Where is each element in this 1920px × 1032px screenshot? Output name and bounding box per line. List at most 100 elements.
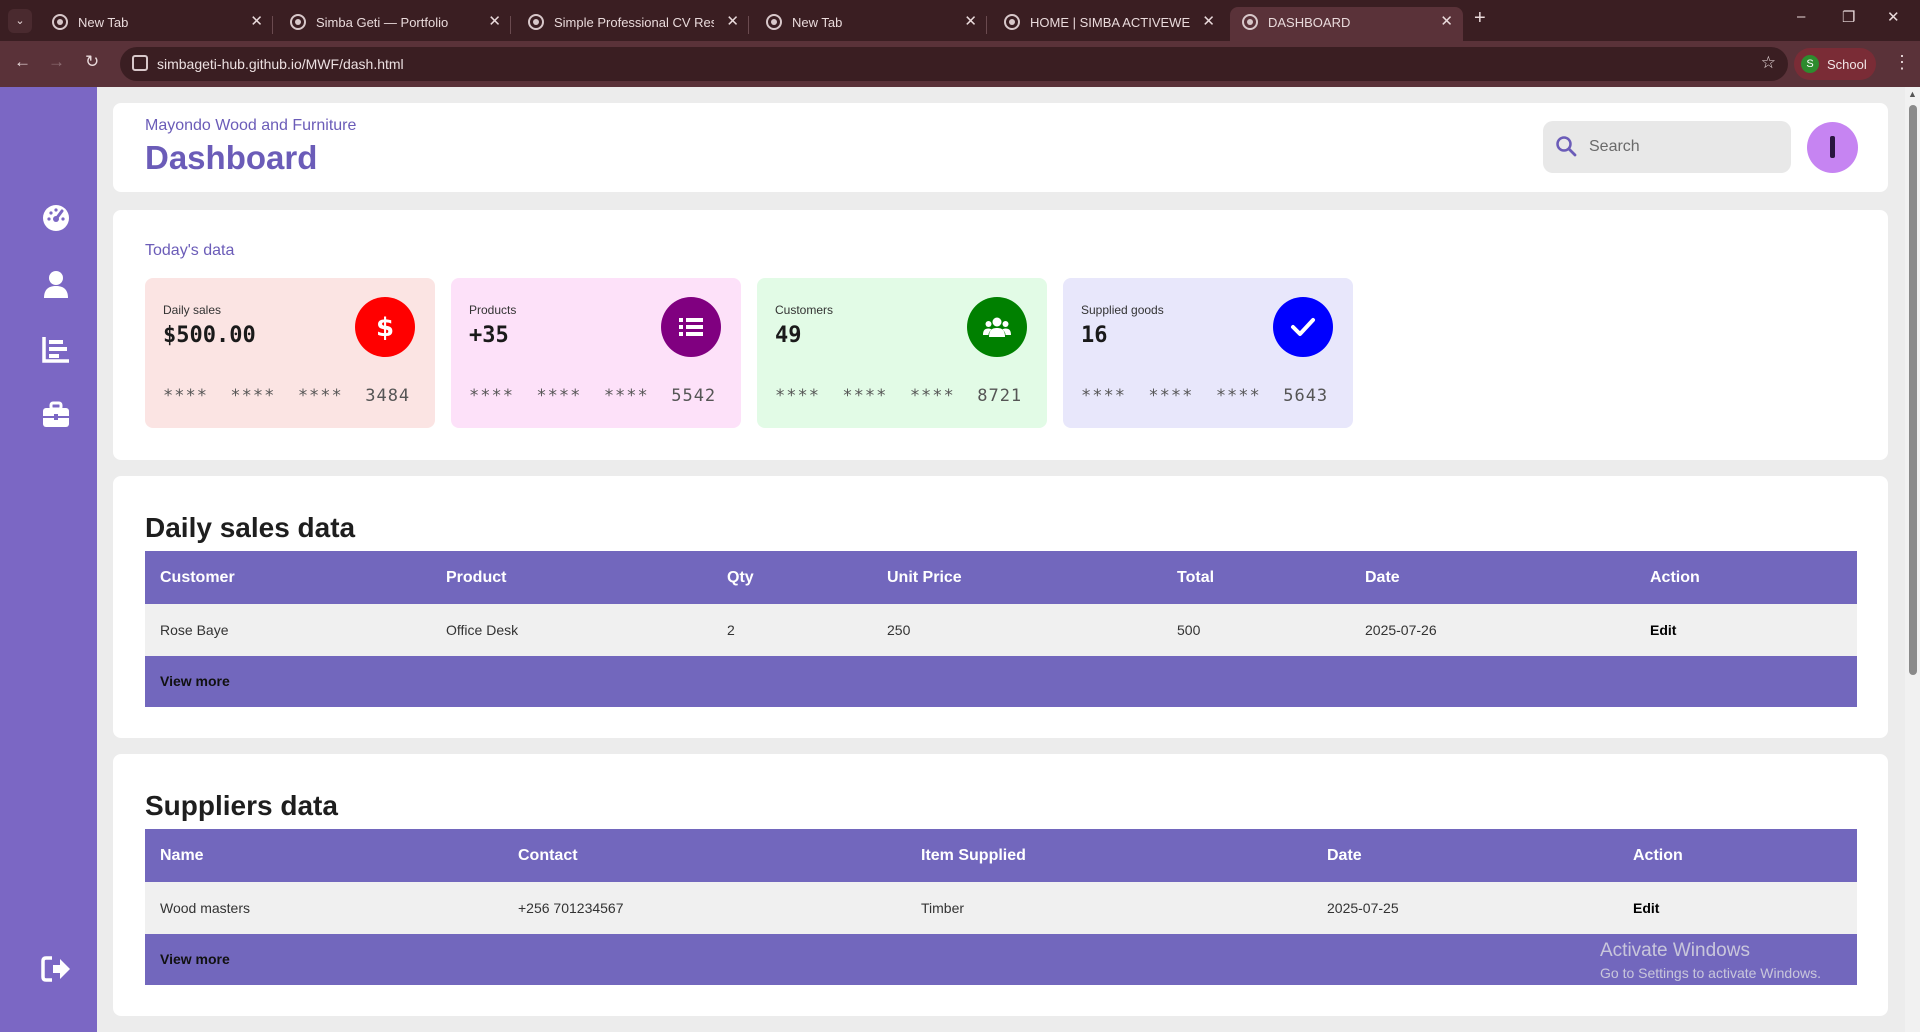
daily-sales-card: Daily sales data Customer Product Qty Un… <box>113 476 1888 738</box>
chart-bars-icon[interactable] <box>40 333 72 365</box>
window-close-icon[interactable]: ✕ <box>1887 8 1900 26</box>
stat-masked-number: **** **** **** 8721 <box>775 386 1023 406</box>
tab-favicon-icon <box>1004 14 1020 30</box>
tab-search-chevron-icon[interactable]: ⌄ <box>8 9 32 33</box>
cell-product: Office Desk <box>446 622 519 638</box>
tab-title: New Tab <box>792 15 843 30</box>
reload-icon[interactable]: ↻ <box>85 52 99 72</box>
tab-close-icon[interactable]: ✕ <box>1202 12 1215 30</box>
tab-separator <box>272 16 273 34</box>
todays-data-heading: Today's data <box>145 242 235 259</box>
header-card: Mayondo Wood and Furniture Dashboard <box>113 103 1888 192</box>
column-header: Date <box>1327 847 1362 864</box>
address-bar[interactable]: simbageti-hub.github.io/MWF/dash.html ☆ <box>120 47 1788 81</box>
users-icon <box>983 317 1011 337</box>
search-box[interactable] <box>1543 121 1791 173</box>
cell-unit-price: 250 <box>887 622 911 638</box>
view-more-link[interactable]: View more <box>160 656 230 707</box>
search-input[interactable] <box>1589 135 1779 159</box>
dashboard-gauge-icon[interactable] <box>40 202 72 234</box>
browser-tab[interactable]: Simba Geti — Portfolio ✕ <box>278 7 511 41</box>
new-tab-plus-icon[interactable]: + <box>1474 7 1486 30</box>
tab-title: DASHBOARD <box>1268 15 1351 30</box>
table-header-row: Customer Product Qty Unit Price Total Da… <box>145 551 1857 604</box>
browser-tab[interactable]: New Tab ✕ <box>40 7 273 41</box>
tab-title: Simple Professional CV Resume <box>554 15 714 30</box>
scrollbar-thumb[interactable] <box>1909 105 1917 675</box>
user-avatar[interactable] <box>1807 122 1858 173</box>
browser-tab[interactable]: New Tab ✕ <box>754 7 987 41</box>
column-header: Product <box>446 569 507 586</box>
view-more-link[interactable]: View more <box>160 934 230 985</box>
url-text[interactable]: simbageti-hub.github.io/MWF/dash.html <box>157 56 404 72</box>
scroll-up-arrow-icon[interactable]: ▲ <box>1908 89 1917 99</box>
activate-windows-subtitle: Go to Settings to activate Windows. <box>1600 965 1821 981</box>
page-scrollbar[interactable]: ▲ <box>1905 87 1920 1032</box>
browser-toolbar: ← → ↻ simbageti-hub.github.io/MWF/dash.h… <box>0 41 1920 87</box>
todays-data-card: Today's data Daily sales $500.00 $ **** … <box>113 210 1888 460</box>
cell-date: 2025-07-26 <box>1365 622 1437 638</box>
list-icon <box>679 318 703 336</box>
stat-icon-circle <box>1273 297 1333 357</box>
tab-close-icon[interactable]: ✕ <box>964 12 977 30</box>
tab-close-icon[interactable]: ✕ <box>1440 12 1453 30</box>
cell-item-supplied: Timber <box>921 900 965 916</box>
table-row: Wood masters +256 701234567 Timber 2025-… <box>145 882 1857 934</box>
tab-favicon-icon <box>1242 14 1258 30</box>
browser-menu-icon[interactable]: ⋮ <box>1893 52 1911 73</box>
tab-separator <box>510 16 511 34</box>
profile-button[interactable]: S School <box>1794 48 1876 80</box>
browser-tab-strip: ⌄ New Tab ✕ Simba Geti — Portfolio ✕ Sim… <box>0 0 1920 41</box>
page-viewport: Mayondo Wood and Furniture Dashboard Tod… <box>0 87 1920 1032</box>
tab-favicon-icon <box>528 14 544 30</box>
stat-value: 49 <box>775 323 802 348</box>
cell-customer: Rose Baye <box>160 622 229 638</box>
restore-icon[interactable]: ❐ <box>1842 8 1855 26</box>
activate-windows-title: Activate Windows <box>1600 940 1750 961</box>
user-icon[interactable] <box>40 268 72 300</box>
column-header: Name <box>160 847 204 864</box>
column-header: Date <box>1365 569 1400 586</box>
tab-title: Simba Geti — Portfolio <box>316 15 449 30</box>
stat-value: 16 <box>1081 323 1108 348</box>
tab-separator <box>986 16 987 34</box>
column-header: Item Supplied <box>921 847 1026 864</box>
tab-separator <box>748 16 749 34</box>
stat-value: $500.00 <box>163 323 256 348</box>
browser-tab[interactable]: Simple Professional CV Resume ✕ <box>516 7 749 41</box>
back-arrow-icon[interactable]: ← <box>14 52 31 72</box>
stat-card-supplied-goods: Supplied goods 16 **** **** **** 5643 <box>1063 278 1353 428</box>
profile-avatar: S <box>1801 55 1819 73</box>
column-header: Unit Price <box>887 569 962 586</box>
browser-tab[interactable]: HOME | SIMBA ACTIVEWEAR ✕ <box>992 7 1225 41</box>
cell-qty: 2 <box>727 622 735 638</box>
table-footer-row: View more <box>145 656 1857 707</box>
logout-icon[interactable] <box>40 953 72 985</box>
tab-close-icon[interactable]: ✕ <box>250 12 263 30</box>
stat-card-customers: Customers 49 **** **** **** 8721 <box>757 278 1047 428</box>
minimize-icon[interactable]: – <box>1797 8 1805 25</box>
search-icon <box>1556 136 1577 157</box>
tab-close-icon[interactable]: ✕ <box>488 12 501 30</box>
stat-icon-circle <box>661 297 721 357</box>
edit-button[interactable]: Edit <box>1633 882 1659 934</box>
stat-icon-circle: $ <box>355 297 415 357</box>
cell-name: Wood masters <box>160 900 250 916</box>
tab-close-icon[interactable]: ✕ <box>726 12 739 30</box>
forward-arrow-icon[interactable]: → <box>48 52 65 72</box>
briefcase-icon[interactable] <box>40 399 72 431</box>
column-header: Qty <box>727 569 754 586</box>
sales-table: Customer Product Qty Unit Price Total Da… <box>145 551 1857 707</box>
bookmark-star-icon[interactable]: ☆ <box>1761 53 1776 73</box>
browser-tab-active[interactable]: DASHBOARD ✕ <box>1230 7 1463 41</box>
stat-card-daily-sales: Daily sales $500.00 $ **** **** **** 348… <box>145 278 435 428</box>
stat-label: Products <box>469 303 517 317</box>
stat-label: Supplied goods <box>1081 303 1164 317</box>
profile-label: School <box>1827 57 1867 72</box>
site-info-icon[interactable] <box>132 55 148 71</box>
cell-contact: +256 701234567 <box>518 900 624 916</box>
page-title: Dashboard <box>145 139 318 176</box>
edit-button[interactable]: Edit <box>1650 604 1676 656</box>
column-header: Action <box>1633 847 1683 864</box>
stat-icon-circle <box>967 297 1027 357</box>
